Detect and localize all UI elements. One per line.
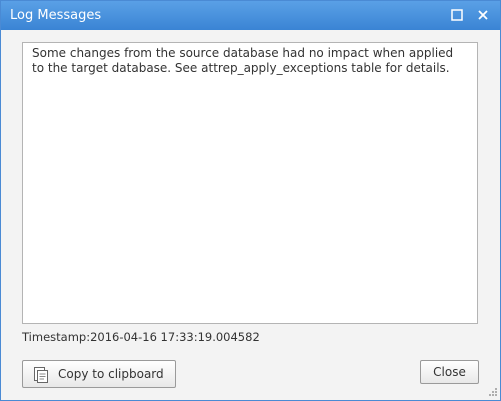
- timestamp-label: Timestamp:2016-04-16 17:33:19.004582: [22, 330, 260, 344]
- copy-button-label: Copy to clipboard: [58, 367, 164, 381]
- resize-grip-icon[interactable]: [488, 387, 498, 397]
- clipboard-icon: [34, 367, 48, 383]
- dialog-title: Log Messages: [10, 8, 102, 23]
- log-message-textarea[interactable]: Some changes from the source database ha…: [22, 42, 478, 324]
- maximize-icon[interactable]: [449, 7, 465, 23]
- log-messages-dialog: Log Messages Some changes from the sourc…: [0, 0, 501, 401]
- title-bar[interactable]: Log Messages: [1, 1, 500, 30]
- copy-to-clipboard-button[interactable]: Copy to clipboard: [22, 360, 176, 388]
- close-button-label: Close: [433, 365, 466, 379]
- close-button[interactable]: Close: [420, 360, 479, 384]
- close-icon[interactable]: [475, 7, 491, 23]
